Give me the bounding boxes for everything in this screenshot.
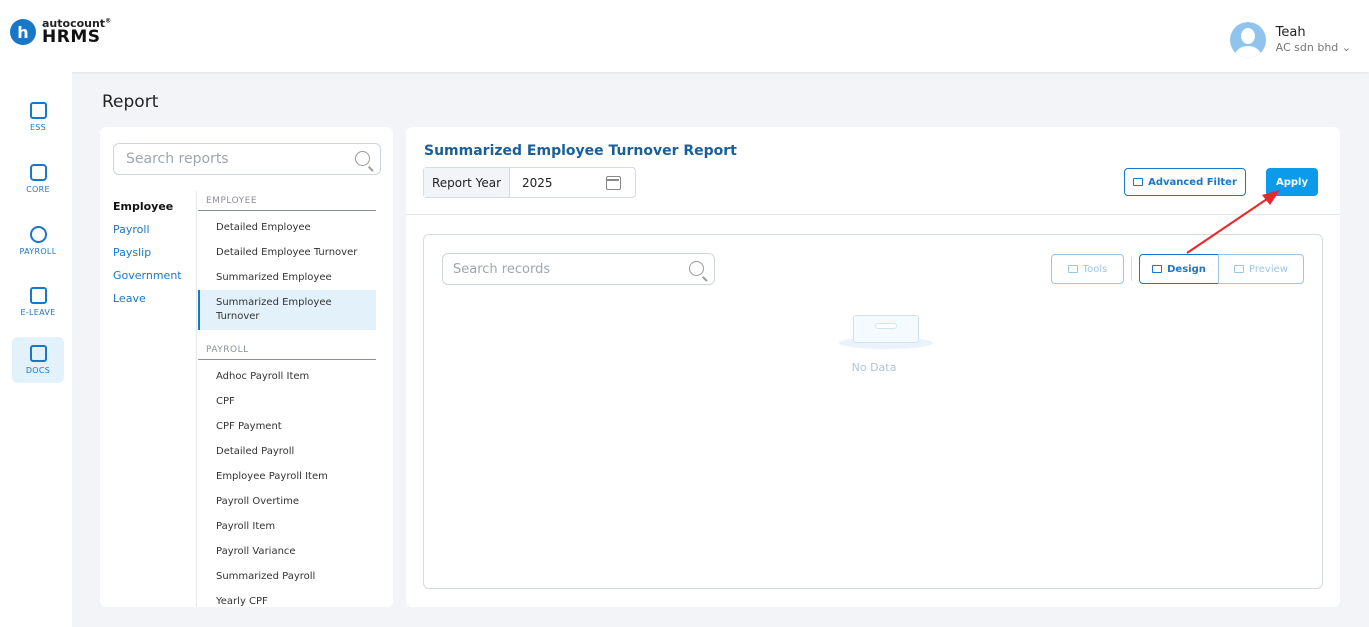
divider	[406, 214, 1340, 215]
rail-label: CORE	[26, 185, 50, 194]
preview-label: Preview	[1249, 263, 1288, 275]
divider	[1131, 257, 1132, 281]
records-area: Search records Tools Design Preview No D…	[423, 234, 1323, 589]
category-employee[interactable]: Employee	[113, 195, 193, 218]
avatar[interactable]	[1229, 22, 1266, 58]
calendar-icon[interactable]	[606, 176, 621, 190]
user-company[interactable]: AC sdn bhd ⌄	[1276, 41, 1351, 54]
report-year-field[interactable]: Report Year 2025	[423, 167, 636, 198]
category-government[interactable]: Government	[113, 264, 193, 287]
search-records-placeholder: Search records	[453, 261, 551, 277]
rail-item-docs[interactable]: DOCS	[12, 337, 64, 383]
category-payslip[interactable]: Payslip	[113, 241, 193, 264]
preview-icon	[1234, 265, 1245, 273]
report-nav-panel: Search reports Employee Payroll Payslip …	[100, 127, 393, 607]
logo-hrms: HRMS	[42, 27, 101, 47]
report-item[interactable]: CPF Payment	[198, 414, 376, 439]
user-name: Teah	[1275, 25, 1306, 41]
apply-button[interactable]: Apply	[1266, 168, 1318, 196]
rail-label: DOCS	[25, 366, 51, 375]
report-main-panel: Summarized Employee Turnover Report Repo…	[406, 127, 1340, 607]
section-header-payroll: PAYROLL	[198, 340, 376, 360]
search-icon[interactable]	[689, 261, 704, 276]
report-item-selected[interactable]: Summarized Employee Turnover	[198, 290, 376, 330]
category-list: Employee Payroll Payslip Government Leav…	[113, 195, 193, 310]
cube-icon	[29, 164, 47, 181]
document-chart-icon	[29, 345, 47, 362]
calendar-icon	[29, 287, 47, 304]
category-payroll[interactable]: Payroll	[113, 218, 193, 241]
layers-icon	[1067, 265, 1078, 273]
rail-label: ESS	[29, 123, 47, 132]
logo-badge: h	[10, 19, 36, 45]
rail-label: E-LEAVE	[20, 308, 56, 317]
advanced-filter-label: Advanced Filter	[1148, 176, 1237, 188]
id-card-icon	[29, 102, 47, 119]
report-item[interactable]: Yearly CPF	[198, 589, 376, 607]
module-rail: ESS CORE PAYROLL E-LEAVE DOCS	[0, 72, 72, 627]
search-records-input[interactable]: Search records	[442, 253, 715, 285]
filter-icon	[1133, 178, 1144, 186]
report-item[interactable]: Payroll Variance	[198, 539, 376, 564]
empty-box-icon	[839, 307, 933, 349]
report-title: Summarized Employee Turnover Report	[424, 143, 737, 159]
search-reports-placeholder: Search reports	[126, 151, 229, 167]
report-item[interactable]: Detailed Employee Turnover	[198, 240, 376, 265]
user-menu[interactable]: Teah AC sdn bhd ⌄	[1229, 22, 1351, 58]
search-icon[interactable]	[355, 151, 370, 166]
report-item[interactable]: Adhoc Payroll Item	[198, 364, 376, 389]
design-button[interactable]: Design	[1139, 254, 1219, 284]
design-label: Design	[1167, 263, 1206, 275]
report-item[interactable]: CPF	[198, 389, 376, 414]
report-item[interactable]: Payroll Overtime	[198, 489, 376, 514]
report-list: EMPLOYEE Detailed Employee Detailed Empl…	[198, 191, 376, 607]
report-item[interactable]: Payroll Item	[198, 514, 376, 539]
report-item[interactable]: Detailed Payroll	[198, 439, 376, 464]
empty-state: No Data	[824, 307, 933, 374]
logo-registered-mark: ®	[105, 17, 112, 25]
report-item[interactable]: Detailed Employee	[198, 215, 376, 240]
report-item[interactable]: Employee Payroll Item	[198, 464, 376, 489]
design-icon	[1152, 265, 1163, 273]
report-item[interactable]: Summarized Employee	[198, 265, 376, 290]
rail-item-ess[interactable]: ESS	[12, 94, 64, 140]
preview-button[interactable]: Preview	[1218, 254, 1304, 284]
advanced-filter-button[interactable]: Advanced Filter	[1124, 168, 1246, 196]
rail-label: PAYROLL	[19, 247, 57, 256]
report-year-label: Report Year	[424, 168, 510, 197]
dollar-circle-icon	[29, 226, 47, 243]
top-bar: h autocount® HRMS Teah AC sdn bhd ⌄	[0, 0, 1369, 72]
section-header-employee: EMPLOYEE	[198, 191, 376, 211]
page-title: Report	[102, 92, 159, 112]
rail-item-eleave[interactable]: E-LEAVE	[12, 279, 64, 325]
no-data-text: No Data	[851, 361, 897, 374]
app-logo[interactable]: h autocount® HRMS	[10, 18, 111, 46]
tools-label: Tools	[1082, 263, 1108, 275]
rail-item-payroll[interactable]: PAYROLL	[12, 218, 64, 264]
report-item[interactable]: Summarized Payroll	[198, 564, 376, 589]
category-leave[interactable]: Leave	[113, 287, 193, 310]
report-year-value[interactable]: 2025	[522, 176, 553, 190]
divider	[196, 191, 197, 607]
search-reports-input[interactable]: Search reports	[113, 143, 381, 175]
rail-item-core[interactable]: CORE	[12, 156, 64, 202]
tools-button[interactable]: Tools	[1051, 254, 1124, 284]
